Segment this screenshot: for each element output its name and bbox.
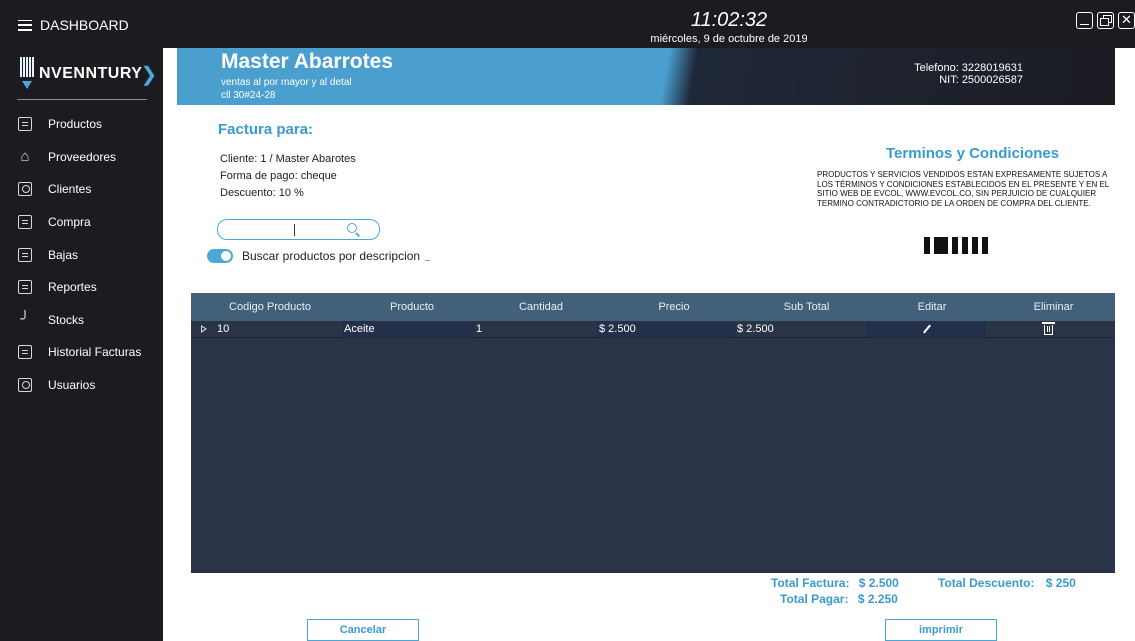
sidebar-item-label: Usuarios <box>48 378 96 393</box>
total-pagar-value: $ 2.250 <box>857 592 898 606</box>
users-icon <box>18 378 32 393</box>
column-header[interactable]: Codigo Producto <box>191 293 349 321</box>
clock-date: miércoles, 9 de octubre de 2019 <box>650 33 808 45</box>
total-pagar: Total Pagar: $ 2.250 <box>780 592 898 606</box>
row-selector[interactable] <box>191 321 215 337</box>
close-icon[interactable]: ✕ <box>1118 12 1135 29</box>
row-pointer-icon <box>201 325 207 333</box>
terms-text: PRODUCTOS Y SERVICIOS VENDIDOS ESTAN EXP… <box>817 170 1109 208</box>
shop-nit: NIT: 2500026587 <box>939 74 1023 86</box>
print-button[interactable]: imprimir <box>885 619 997 641</box>
column-header[interactable]: Precio <box>607 293 741 321</box>
cell-precio[interactable]: $ 2.500 <box>597 321 735 337</box>
search-by-description-label: Buscar productos por descripcion <box>242 249 431 263</box>
column-header[interactable]: Sub Total <box>741 293 872 321</box>
shop-phone: Telefono: 3228019631 <box>914 62 1023 74</box>
sidebar-item-historial-facturas[interactable]: Historial Facturas <box>0 336 163 369</box>
trash-icon <box>1041 322 1055 335</box>
table-header: Codigo Producto Producto Cantidad Precio… <box>191 293 1115 321</box>
edit-button[interactable] <box>866 321 986 337</box>
user-icon <box>18 182 32 197</box>
window-controls: ✕ <box>1076 12 1135 29</box>
table-row[interactable]: 10 Aceite 1 $ 2.500 $ 2.500 <box>191 321 1115 338</box>
logo-text: NVENNTURY <box>39 65 143 82</box>
sidebar-item-label: Stocks <box>48 312 85 327</box>
logo-swoosh-icon: ❯ <box>140 63 158 86</box>
pencil-barcode-logo-icon <box>18 57 36 91</box>
sidebar-item-label: Reportes <box>48 280 97 295</box>
column-header[interactable]: Producto <box>349 293 475 321</box>
shop-address: cll 30#24-28 <box>221 90 276 101</box>
invoice-info: Cliente: 1 / Master Abarotes Forma de pa… <box>220 151 356 202</box>
calendar-icon <box>18 247 32 262</box>
delete-button[interactable] <box>986 321 1108 337</box>
column-header[interactable]: Cantidad <box>475 293 607 321</box>
sidebar-item-usuarios[interactable]: Usuarios <box>0 369 163 402</box>
total-factura-value: $ 2.500 <box>858 576 899 590</box>
total-descuento: Total Descuento: $ 250 <box>938 576 1076 590</box>
sidebar-item-label: Historial Facturas <box>48 345 142 360</box>
shop-name: Master Abarrotes <box>221 50 393 73</box>
total-descuento-value: $ 250 <box>1045 576 1076 590</box>
text-caret <box>294 224 295 236</box>
cell-subtotal[interactable]: $ 2.500 <box>735 321 866 337</box>
product-search-input[interactable] <box>217 219 380 240</box>
hamburger-icon <box>18 19 32 31</box>
minimize-icon[interactable] <box>1076 12 1093 29</box>
sidebar-item-label: Proveedores <box>48 149 117 164</box>
total-pagar-label: Total Pagar: <box>780 592 849 606</box>
total-descuento-label: Total Descuento: <box>938 576 1035 590</box>
search-icon[interactable] <box>347 223 357 233</box>
total-factura-label: Total Factura: <box>771 576 850 590</box>
clock-time: 11:02:32 <box>690 9 768 31</box>
receipt-icon <box>18 215 32 230</box>
terms-title: Terminos y Condiciones <box>886 145 1060 162</box>
search-by-description-toggle[interactable] <box>207 249 233 263</box>
sidebar-item-label: Bajas <box>48 247 79 262</box>
cell-codigo[interactable]: 10 <box>215 321 342 337</box>
shop-details: ventas al por mayor y al detal cll 30#24… <box>221 76 352 102</box>
barcode-icon <box>924 237 988 254</box>
sidebar-item-reportes[interactable]: Reportes <box>0 271 163 304</box>
shop-contact: Telefono: 3228019631 NIT: 2500026587 <box>914 62 1023 86</box>
client-info: Cliente: 1 / Master Abarotes <box>220 153 356 165</box>
app-logo: NVENNTURY ❯ <box>18 54 157 94</box>
maximize-icon[interactable] <box>1097 12 1114 29</box>
report-icon <box>18 280 32 295</box>
warehouse-icon: ⌂ <box>20 147 30 165</box>
column-header[interactable]: Eliminar <box>992 293 1115 321</box>
invoice-header: Master Abarrotes ventas al por mayor y a… <box>177 48 1115 105</box>
sidebar: NVENNTURY ❯ Productos ⌂ Proveedores Clie… <box>0 48 163 641</box>
sidebar-item-label: Clientes <box>48 182 92 197</box>
discount-info: Descuento: 10 % <box>220 187 304 199</box>
sidebar-item-compra[interactable]: Compra <box>0 206 163 239</box>
sidebar-item-bajas[interactable]: Bajas <box>0 238 163 271</box>
cancel-button[interactable]: Cancelar <box>307 619 419 641</box>
dashboard-label: DASHBOARD <box>40 17 129 33</box>
divider <box>17 99 147 100</box>
sidebar-item-stocks[interactable]: ╯ Stocks <box>0 304 163 337</box>
title-bar: DASHBOARD 11:02:32 miércoles, 9 de octub… <box>0 0 1135 48</box>
box-icon <box>18 117 32 132</box>
pencil-icon <box>923 324 931 334</box>
payment-method: Forma de pago: cheque <box>220 170 337 182</box>
cell-producto[interactable]: Aceite <box>342 321 474 337</box>
column-header[interactable]: Editar <box>872 293 992 321</box>
chart-icon: ╯ <box>20 310 30 328</box>
products-table: Codigo Producto Producto Cantidad Precio… <box>191 293 1115 573</box>
sidebar-item-label: Compra <box>48 215 91 230</box>
sidebar-item-productos[interactable]: Productos <box>0 108 163 141</box>
dashboard-button[interactable]: DASHBOARD <box>18 14 129 36</box>
invoice-for-title: Factura para: <box>218 121 314 138</box>
invoice-history-icon <box>18 345 32 360</box>
cell-cantidad[interactable]: 1 <box>474 321 597 337</box>
sidebar-item-proveedores[interactable]: ⌂ Proveedores <box>0 141 163 174</box>
shop-tagline: ventas al por mayor y al detal <box>221 77 352 88</box>
sidebar-item-clientes[interactable]: Clientes <box>0 173 163 206</box>
total-factura: Total Factura: $ 2.500 <box>771 576 899 590</box>
sidebar-item-label: Productos <box>48 117 103 132</box>
sidebar-nav: Productos ⌂ Proveedores Clientes Compra … <box>0 108 163 401</box>
